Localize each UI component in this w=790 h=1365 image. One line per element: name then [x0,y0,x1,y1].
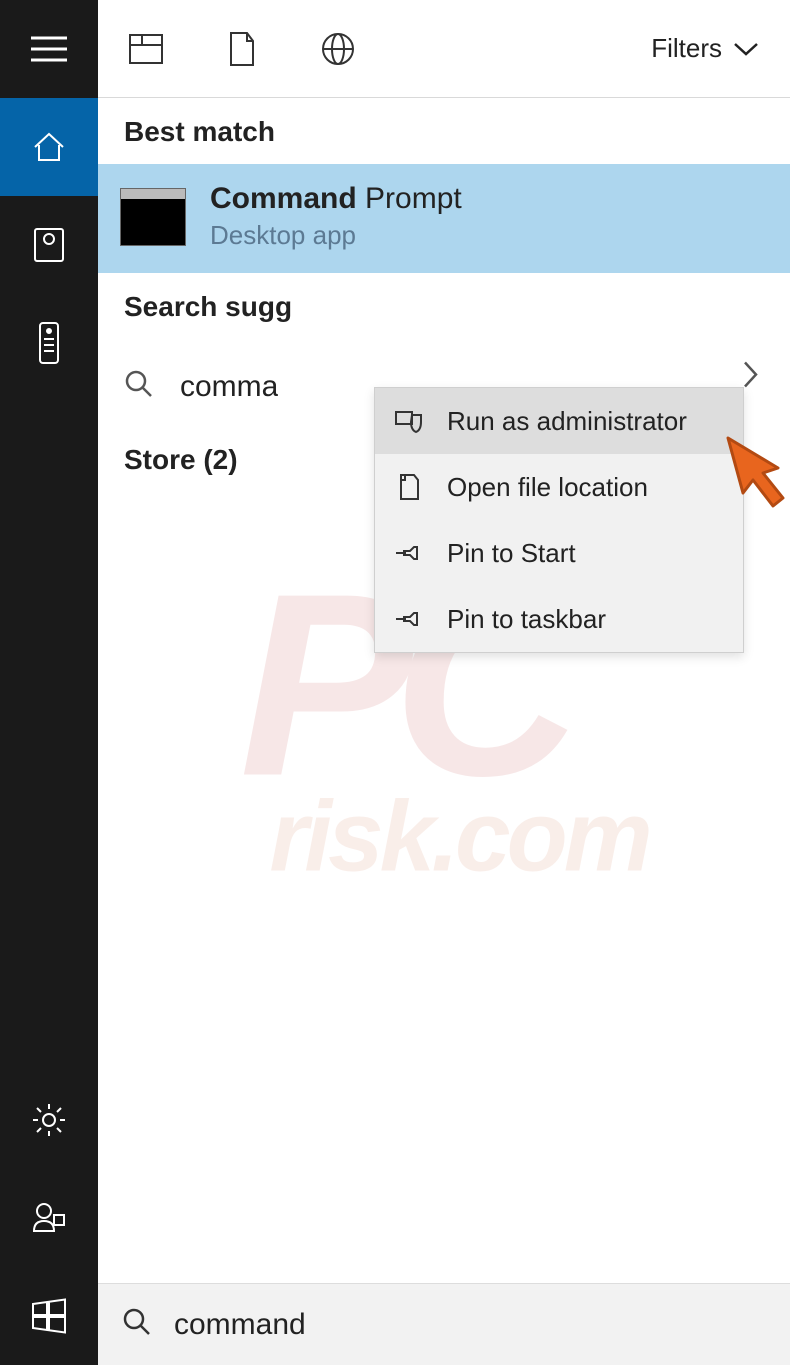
ctx-open-file-location[interactable]: Open file location [375,454,743,520]
sidebar [0,0,98,1365]
filters-label: Filters [651,33,722,64]
ctx-label: Run as administrator [447,406,687,437]
section-best-match: Best match [98,98,790,164]
search-input[interactable] [174,1308,766,1342]
search-bar[interactable] [98,1283,790,1365]
start-button[interactable] [0,1267,98,1365]
tab-apps-icon[interactable] [128,31,164,67]
scope-tabs: Filters [98,0,790,98]
section-search-suggestions: Search sugg [98,273,790,339]
ctx-pin-to-taskbar[interactable]: Pin to taskbar [375,586,743,652]
sidebar-settings[interactable] [0,1071,98,1169]
hamburger-menu[interactable] [0,0,98,98]
search-panel: Filters PC risk.com Best match Command P… [98,0,790,1365]
result-title: Command Prompt [210,182,462,216]
chevron-down-icon [732,41,760,57]
filters-dropdown[interactable]: Filters [651,33,760,64]
sidebar-user[interactable] [0,1169,98,1267]
ctx-label: Open file location [447,472,648,503]
shield-icon [393,408,425,434]
pin-icon [393,608,425,630]
chevron-right-icon[interactable] [742,359,760,394]
ctx-label: Pin to Start [447,538,576,569]
folder-icon [393,472,425,502]
result-command-prompt[interactable]: Command Prompt Desktop app [98,164,790,273]
pin-icon [393,542,425,564]
suggestion-text: comma [180,370,278,404]
search-icon [122,1307,152,1342]
ctx-run-as-admin[interactable]: Run as administrator [375,388,743,454]
tab-web-icon[interactable] [320,31,356,67]
ctx-label: Pin to taskbar [447,604,606,635]
command-prompt-icon [120,188,186,246]
search-icon [124,369,154,404]
ctx-pin-to-start[interactable]: Pin to Start [375,520,743,586]
result-subtitle: Desktop app [210,220,462,251]
sidebar-remote[interactable] [0,294,98,392]
tab-documents-icon[interactable] [224,31,260,67]
sidebar-home[interactable] [0,98,98,196]
sidebar-apps[interactable] [0,196,98,294]
context-menu: Run as administrator Open file location [374,387,744,653]
